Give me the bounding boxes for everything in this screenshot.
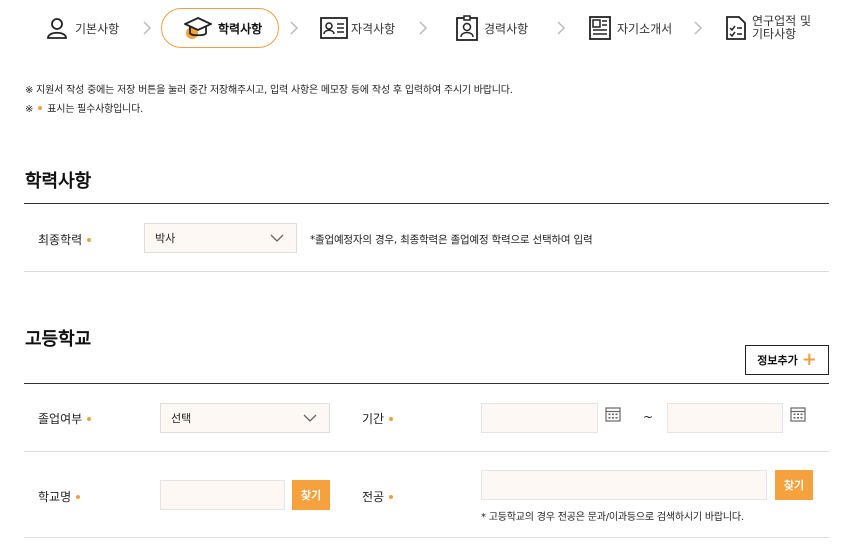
chevron-right-icon bbox=[143, 21, 152, 35]
divider bbox=[24, 537, 829, 538]
step-intro-label: 자기소개서 bbox=[617, 21, 673, 36]
major-find-button[interactable]: 찾기 bbox=[775, 470, 813, 500]
period-separator: ~ bbox=[643, 410, 654, 424]
chevron-down-icon bbox=[303, 414, 317, 422]
person-icon bbox=[47, 18, 67, 39]
major-label: 전공 bbox=[362, 488, 394, 505]
required-dot-icon bbox=[38, 106, 43, 110]
required-dot-icon bbox=[76, 494, 81, 499]
period-end-input[interactable] bbox=[667, 403, 783, 433]
checklist-icon bbox=[726, 16, 746, 40]
period-start-input[interactable] bbox=[481, 403, 598, 433]
step-certificate-label: 자격사항 bbox=[351, 21, 396, 36]
chevron-right-icon bbox=[290, 21, 299, 35]
notice-required: ※ 표시는 필수사항입니다. bbox=[25, 100, 143, 115]
school-find-button[interactable]: 찾기 bbox=[292, 480, 330, 510]
plus-icon: + bbox=[801, 349, 817, 370]
school-name-input[interactable] bbox=[160, 480, 285, 510]
major-label-text: 전공 bbox=[362, 490, 385, 504]
final-education-hint: *졸업예정자의 경우, 최종학력은 졸업예정 학력으로 선택하여 입력 bbox=[310, 234, 593, 246]
divider bbox=[24, 271, 829, 272]
notice-save: ※ 지원서 작성 중에는 저장 버튼을 눌러 중간 저장해주시고, 입력 사항은… bbox=[25, 85, 513, 96]
notice-required-text: 표시는 필수사항입니다. bbox=[47, 104, 144, 115]
add-info-button[interactable]: 정보추가 + bbox=[745, 345, 829, 375]
add-info-button-label: 정보추가 bbox=[757, 354, 798, 367]
id-card-icon bbox=[320, 17, 348, 39]
chevron-right-icon bbox=[694, 21, 703, 35]
step-research[interactable]: 연구업적 및 기타사항 bbox=[726, 8, 811, 48]
step-research-label: 연구업적 및 기타사항 bbox=[752, 15, 811, 41]
period-label: 기간 bbox=[362, 410, 394, 427]
final-education-label-text: 최종학력 bbox=[38, 233, 83, 247]
step-basic[interactable]: 기본사항 bbox=[45, 8, 119, 48]
step-research-label-line2: 기타사항 bbox=[752, 27, 797, 41]
graduation-status-select[interactable]: 선택 bbox=[160, 403, 330, 433]
divider bbox=[24, 383, 829, 384]
school-name-label: 학교명 bbox=[38, 488, 81, 505]
badge-person-icon bbox=[456, 15, 478, 41]
graduation-status-label: 졸업여부 bbox=[38, 410, 92, 427]
required-dot-icon bbox=[389, 416, 394, 421]
calendar-icon[interactable] bbox=[605, 406, 621, 422]
education-section-title: 학력사항 bbox=[25, 171, 92, 192]
step-career-label: 경력사항 bbox=[484, 21, 529, 36]
graduation-status-label-text: 졸업여부 bbox=[38, 412, 83, 426]
step-certificate[interactable]: 자격사항 bbox=[320, 8, 395, 48]
step-education-label: 학력사항 bbox=[218, 21, 263, 36]
graduation-status-value: 선택 bbox=[171, 412, 192, 425]
required-dot-icon bbox=[87, 416, 92, 421]
divider bbox=[24, 451, 829, 452]
newspaper-icon bbox=[589, 16, 611, 40]
divider bbox=[24, 203, 829, 204]
period-label-text: 기간 bbox=[362, 412, 385, 426]
final-education-label: 최종학력 bbox=[38, 231, 92, 248]
final-education-select[interactable]: 박사 bbox=[144, 223, 297, 253]
step-education[interactable]: 학력사항 bbox=[161, 8, 280, 48]
major-input[interactable] bbox=[481, 470, 767, 500]
step-career[interactable]: 경력사항 bbox=[456, 8, 528, 48]
school-name-label-text: 학교명 bbox=[38, 490, 72, 504]
chevron-down-icon bbox=[270, 234, 284, 242]
step-navigation: 기본사항 학력사항 자격사항 경력사항 자기소개서 연구업적 및 기타사항 bbox=[0, 0, 856, 56]
step-basic-label: 기본사항 bbox=[75, 21, 120, 36]
final-education-value: 박사 bbox=[155, 232, 176, 245]
notice-required-prefix: ※ bbox=[25, 104, 34, 115]
chevron-right-icon bbox=[557, 21, 566, 35]
highschool-section-title: 고등학교 bbox=[25, 329, 92, 350]
graduation-cap-icon bbox=[184, 17, 212, 39]
chevron-right-icon bbox=[419, 21, 428, 35]
step-research-label-line1: 연구업적 및 bbox=[752, 14, 812, 28]
step-intro[interactable]: 자기소개서 bbox=[589, 8, 672, 48]
required-dot-icon bbox=[389, 494, 394, 499]
calendar-icon[interactable] bbox=[790, 406, 806, 422]
required-dot-icon bbox=[87, 237, 92, 242]
major-hint: * 고등학교의 경우 전공은 문과/이과등으로 검색하시기 바랍니다. bbox=[481, 512, 744, 523]
